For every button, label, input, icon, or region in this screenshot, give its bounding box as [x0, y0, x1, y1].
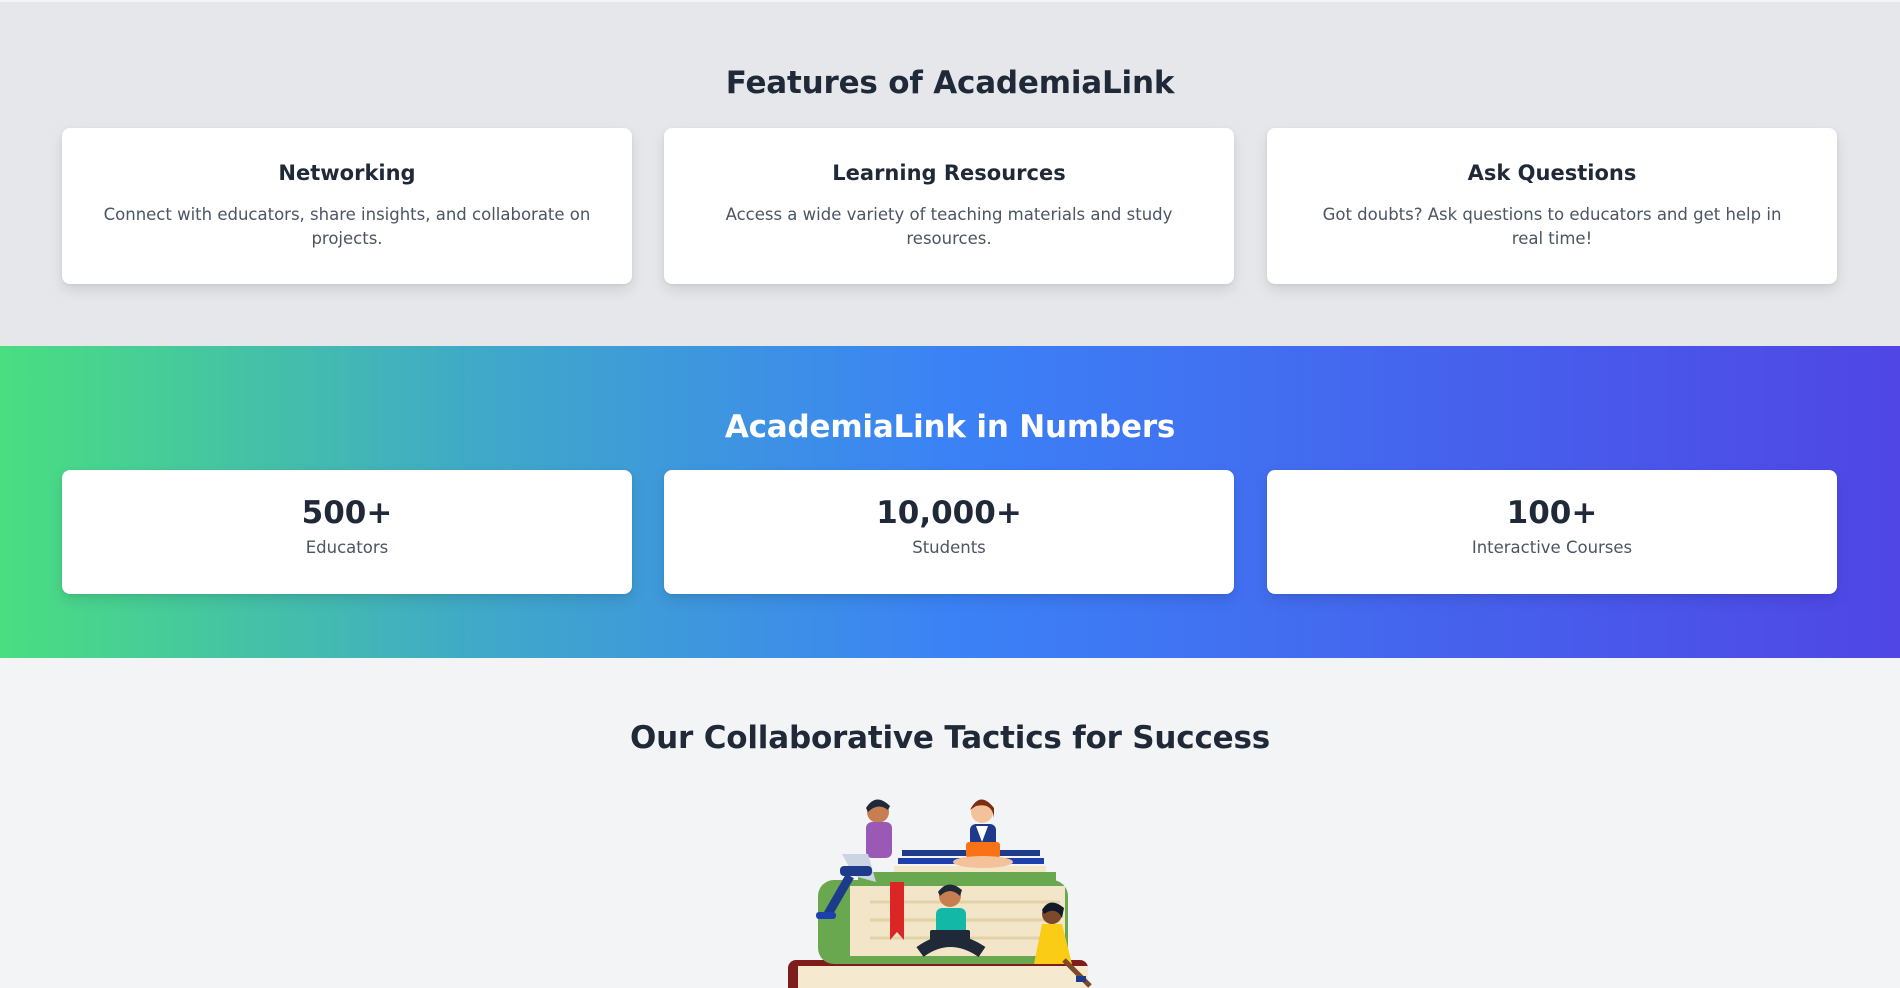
numbers-title: AcademiaLink in Numbers: [724, 409, 1176, 445]
stat-label: Students: [912, 538, 986, 557]
stat-value: 10,000+: [876, 495, 1022, 531]
stat-label: Educators: [305, 538, 389, 557]
features-title: Features of AcademiaLink: [725, 65, 1175, 101]
stat-label: Interactive Courses: [1471, 538, 1633, 557]
feature-card-description: Got doubts? Ask questions to educators a…: [1322, 205, 1782, 248]
stat-card-courses: 100+ Interactive Courses: [1267, 470, 1837, 594]
numbers-section: AcademiaLink in Numbers 500+ Educators 1…: [0, 346, 1900, 658]
feature-card-description: Connect with educators, share insights, …: [103, 205, 591, 248]
feature-card-learning-resources: Learning Resources Access a wide variety…: [664, 128, 1234, 284]
feature-card-networking: Networking Connect with educators, share…: [62, 128, 632, 284]
feature-card-ask-questions: Ask Questions Got doubts? Ask questions …: [1267, 128, 1837, 284]
students-on-books-illustration: [788, 799, 1092, 988]
features-section: Features of AcademiaLink Networking Conn…: [0, 0, 1900, 346]
tactics-title: Our Collaborative Tactics for Success: [630, 720, 1270, 756]
feature-card-title: Networking: [278, 161, 416, 185]
stat-value: 500+: [301, 495, 393, 531]
stat-card-educators: 500+ Educators: [62, 470, 632, 594]
feature-card-title: Ask Questions: [1467, 161, 1637, 185]
feature-card-description: Access a wide variety of teaching materi…: [725, 205, 1173, 248]
feature-card-title: Learning Resources: [832, 161, 1066, 185]
stat-card-students: 10,000+ Students: [664, 470, 1234, 594]
tactics-section: Our Collaborative Tactics for Success: [0, 658, 1900, 988]
stat-value: 100+: [1506, 495, 1598, 531]
